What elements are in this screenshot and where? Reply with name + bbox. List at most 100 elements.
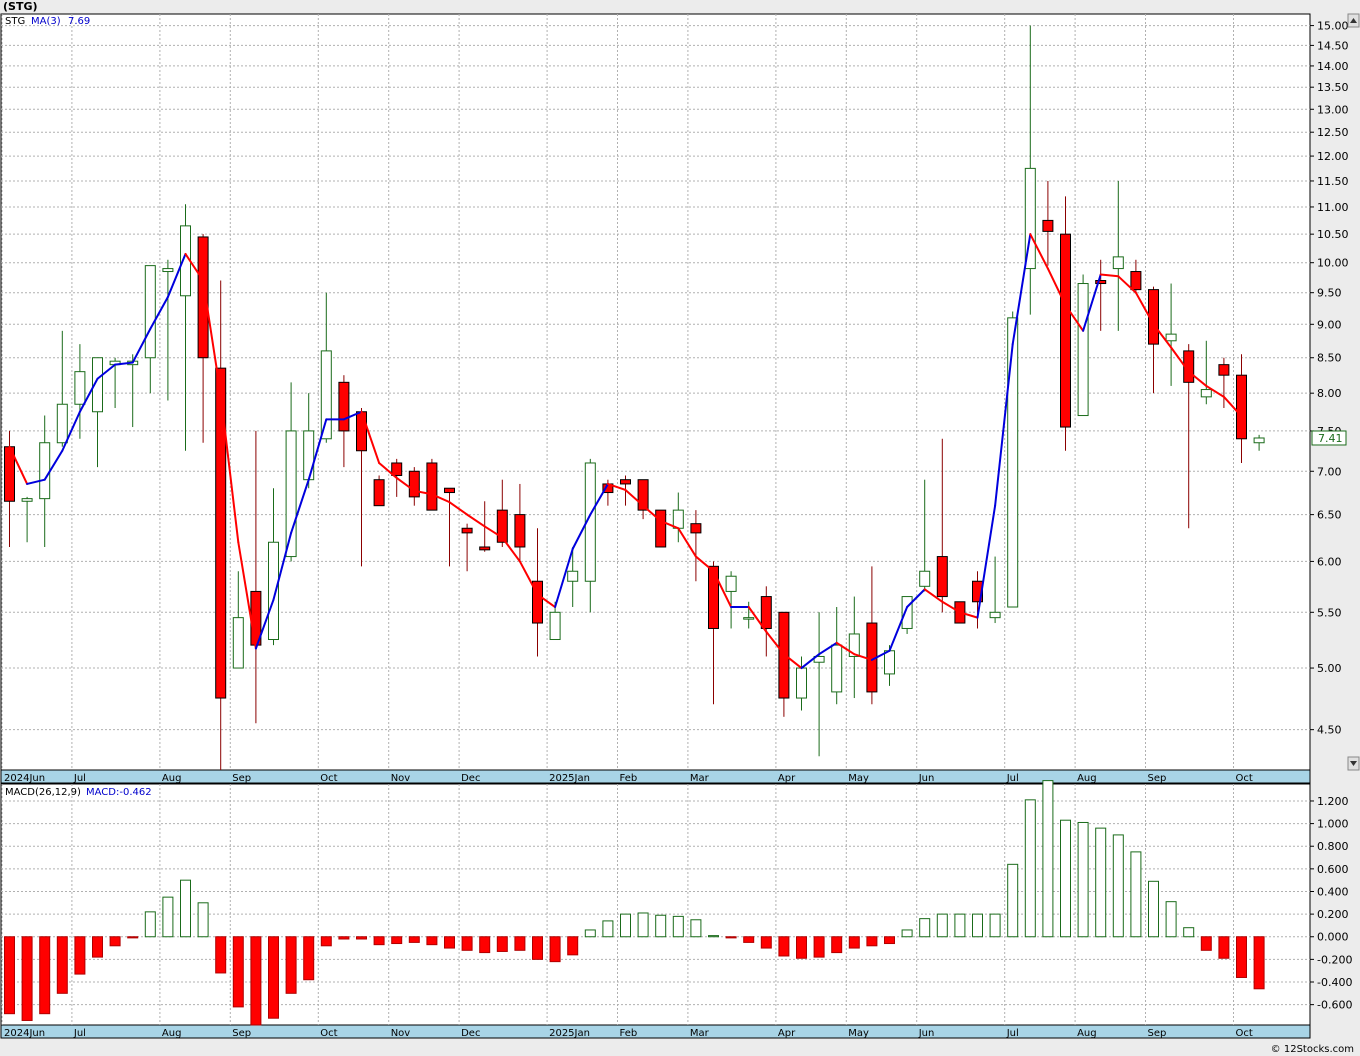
macd-bar xyxy=(584,929,596,938)
macd-bar xyxy=(444,936,455,949)
macd-bar xyxy=(127,936,139,939)
candle-body xyxy=(268,541,279,641)
x-label-macd: Jul xyxy=(73,1028,86,1039)
candle-body xyxy=(1218,364,1230,376)
macd-bar xyxy=(1253,936,1265,990)
price-tick-label: 6.50 xyxy=(1317,509,1342,522)
macd-bar xyxy=(725,936,737,939)
x-label-price: Oct xyxy=(1236,773,1253,784)
macd-bar xyxy=(1165,901,1177,938)
x-label-macd: Nov xyxy=(391,1028,411,1039)
x-label-macd: Oct xyxy=(1236,1028,1253,1039)
price-tick-label: 5.50 xyxy=(1317,606,1342,619)
macd-bar xyxy=(215,936,227,974)
price-legend-ma-value: 7.69 xyxy=(68,16,90,27)
macd-bar xyxy=(1130,851,1142,938)
x-label-price: Feb xyxy=(620,773,638,784)
macd-bar xyxy=(92,936,103,958)
price-xaxis-bar xyxy=(0,769,1311,784)
macd-bar xyxy=(919,918,931,938)
macd-bar xyxy=(567,936,579,956)
macd-bar xyxy=(954,913,966,938)
macd-bar xyxy=(56,936,68,994)
macd-bar xyxy=(796,936,807,959)
scroll-down-arrow[interactable] xyxy=(1347,756,1360,771)
macd-bar xyxy=(602,920,614,938)
x-label-macd: Mar xyxy=(690,1028,710,1039)
macd-bar xyxy=(672,915,684,938)
macd-tick-label: 0.600 xyxy=(1317,863,1349,876)
macd-bar xyxy=(496,936,508,952)
macd-tick-label: 1.200 xyxy=(1317,795,1349,808)
candle-body xyxy=(39,442,51,500)
last-price-label: 7.41 xyxy=(1318,432,1343,445)
x-label-price: 2025Jan xyxy=(549,773,590,784)
x-label-price: Aug xyxy=(1077,773,1097,784)
macd-bar xyxy=(936,913,948,938)
macd-bar xyxy=(1060,819,1071,938)
price-tick-label: 4.50 xyxy=(1317,724,1342,737)
candle-up xyxy=(1077,274,1089,417)
candle-body xyxy=(1165,333,1177,342)
scroll-up-arrow[interactable] xyxy=(1347,13,1360,28)
price-tick-label: 8.00 xyxy=(1317,387,1342,400)
macd-bar xyxy=(250,936,262,1026)
price-y-axis: 4.505.005.506.006.507.007.508.008.509.00… xyxy=(1310,20,1349,737)
candle-body xyxy=(760,596,772,629)
candle-body xyxy=(21,498,33,502)
candle-body xyxy=(549,611,561,641)
macd-bar xyxy=(690,919,702,938)
candle-body xyxy=(461,527,473,534)
macd-bar xyxy=(901,929,913,938)
macd-bar xyxy=(162,896,174,938)
price-tick-label: 14.00 xyxy=(1317,60,1349,73)
price-tick-label: 15.00 xyxy=(1317,20,1349,33)
candle-down xyxy=(655,509,667,548)
macd-bar xyxy=(268,936,279,1019)
macd-bar xyxy=(743,936,755,943)
candle-body xyxy=(285,430,297,558)
macd-bar xyxy=(109,936,121,947)
candle-body xyxy=(567,570,579,582)
price-tick-label: 9.00 xyxy=(1317,318,1342,331)
macd-bar xyxy=(620,913,631,938)
price-tick-label: 8.50 xyxy=(1317,352,1342,365)
x-label-price: Oct xyxy=(320,773,337,784)
macd-bar xyxy=(461,936,473,951)
macd-bar xyxy=(391,936,403,945)
x-label-macd: Aug xyxy=(1077,1028,1097,1039)
macd-bar xyxy=(144,911,156,938)
x-label-price: Jun xyxy=(918,773,935,784)
stock-chart: 4.505.005.506.006.507.007.508.008.509.00… xyxy=(0,0,1360,1055)
macd-bar xyxy=(637,912,649,938)
macd-tick-label: 0.400 xyxy=(1317,885,1349,898)
macd-bar xyxy=(813,936,825,958)
macd-bar xyxy=(972,913,983,938)
macd-bar xyxy=(21,936,33,1021)
price-tick-label: 11.50 xyxy=(1317,175,1349,188)
x-label-price: Dec xyxy=(461,773,480,784)
macd-bar xyxy=(285,936,297,994)
macd-bar xyxy=(74,936,86,975)
macd-bar xyxy=(1200,936,1212,951)
macd-bar xyxy=(708,935,719,938)
candle-body xyxy=(901,596,913,629)
candle-down xyxy=(373,475,385,507)
candle-body xyxy=(74,371,86,405)
x-label-macd: Oct xyxy=(320,1028,337,1039)
price-tick-label: 13.00 xyxy=(1317,103,1349,116)
macd-tick-label: -0.200 xyxy=(1317,953,1352,966)
macd-bar xyxy=(549,936,561,963)
candle-body xyxy=(444,487,455,494)
candle-body xyxy=(1130,271,1142,291)
candle-body xyxy=(144,265,156,359)
x-label-price: 2024Jun xyxy=(4,773,45,784)
x-label-macd: 2025Jan xyxy=(549,1028,590,1039)
candle-body xyxy=(655,509,667,548)
price-tick-label: 7.00 xyxy=(1317,465,1342,478)
candle-body xyxy=(1112,256,1124,270)
candle-body xyxy=(708,565,719,629)
x-label-macd: May xyxy=(848,1028,869,1039)
x-label-macd: Jun xyxy=(918,1028,935,1039)
macd-bar xyxy=(1024,799,1036,938)
